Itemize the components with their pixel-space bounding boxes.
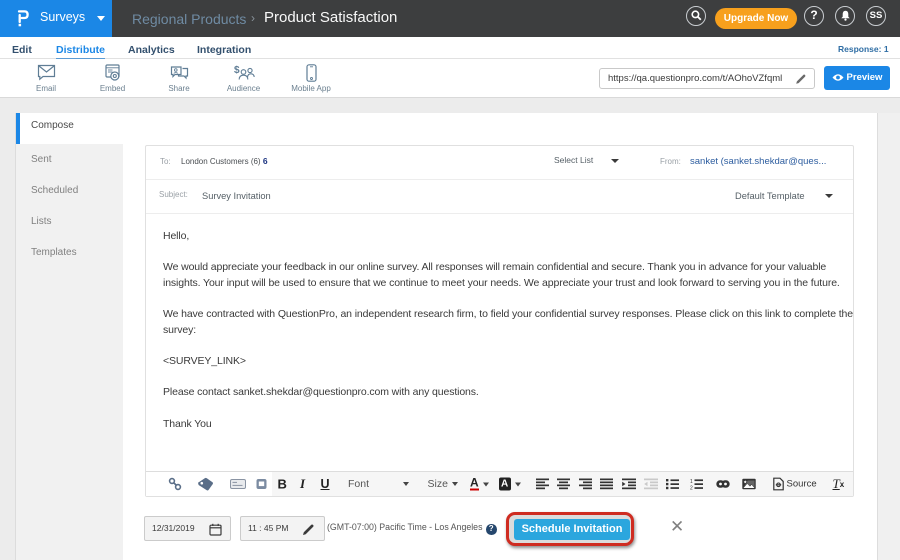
svg-text:2: 2 — [690, 486, 693, 490]
svg-text:$: $ — [234, 65, 240, 76]
svg-text:1: 1 — [690, 479, 693, 485]
